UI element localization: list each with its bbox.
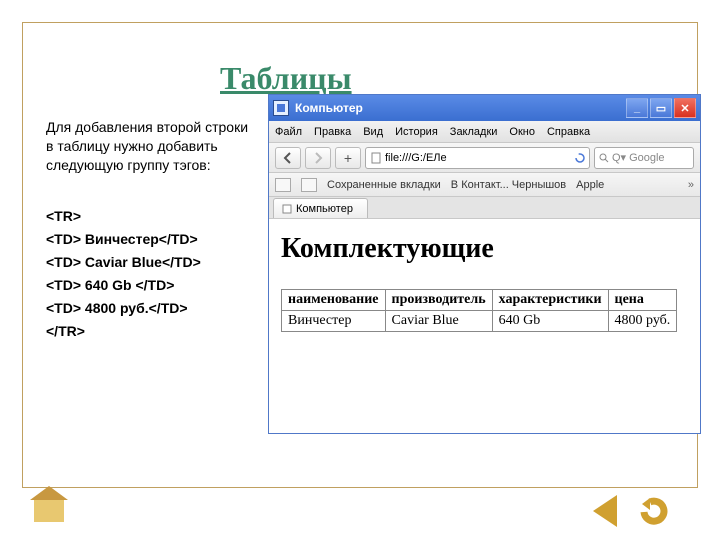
code-line: </TR> bbox=[46, 320, 266, 343]
reload-icon[interactable] bbox=[575, 153, 585, 163]
topsites-icon[interactable] bbox=[301, 178, 317, 192]
search-icon bbox=[599, 153, 609, 163]
url-field[interactable]: file:///G:/ЕЛе bbox=[365, 147, 590, 169]
menu-help[interactable]: Справка bbox=[547, 126, 590, 138]
toolbar: + file:///G:/ЕЛе Q▾ Google bbox=[269, 143, 700, 173]
bookmark-link[interactable]: В Контакт... Чернышов bbox=[451, 179, 566, 191]
menu-edit[interactable]: Правка bbox=[314, 126, 351, 138]
bookmarks-label: Сохраненные вкладки bbox=[327, 179, 441, 191]
code-line: <TD> Винчестер</TD> bbox=[46, 228, 266, 251]
menubar: Файл Правка Вид История Закладки Окно Сп… bbox=[269, 121, 700, 143]
col-price: цена bbox=[608, 290, 677, 311]
minimize-button[interactable]: _ bbox=[626, 98, 648, 118]
sidebar-toggle-icon[interactable] bbox=[275, 178, 291, 192]
table-header-row: наименование производитель характеристик… bbox=[282, 290, 677, 311]
code-block: <TR> <TD> Винчестер</TD> <TD> Caviar Blu… bbox=[46, 205, 266, 344]
return-icon bbox=[638, 494, 672, 528]
add-button[interactable]: + bbox=[335, 147, 361, 169]
menu-bookmarks[interactable]: Закладки bbox=[450, 126, 498, 138]
nav-return-button[interactable] bbox=[636, 492, 674, 530]
tab-page-icon bbox=[282, 204, 292, 214]
maximize-button[interactable]: ▭ bbox=[650, 98, 672, 118]
prev-icon bbox=[593, 495, 617, 527]
bookmarks-bar: Сохраненные вкладки В Контакт... Чернышо… bbox=[269, 173, 700, 197]
menu-window[interactable]: Окно bbox=[509, 126, 535, 138]
col-vendor: производитель bbox=[385, 290, 492, 311]
window-title: Компьютер bbox=[295, 101, 363, 115]
page-heading: Комплектующие bbox=[281, 233, 688, 265]
code-line: <TR> bbox=[46, 205, 266, 228]
titlebar: Компьютер _ ▭ ✕ bbox=[269, 95, 700, 121]
app-icon bbox=[273, 100, 289, 116]
menu-history[interactable]: История bbox=[395, 126, 438, 138]
cell: Caviar Blue bbox=[385, 311, 492, 332]
nav-prev-button[interactable] bbox=[586, 492, 624, 530]
tab[interactable]: Компьютер bbox=[273, 198, 368, 218]
url-text: file:///G:/ЕЛе bbox=[385, 152, 447, 164]
menu-view[interactable]: Вид bbox=[363, 126, 383, 138]
code-line: <TD> 640 Gb </TD> bbox=[46, 274, 266, 297]
tabbar: Компьютер bbox=[269, 197, 700, 219]
tab-label: Компьютер bbox=[296, 203, 353, 215]
code-line: <TD> 4800 руб.</TD> bbox=[46, 297, 266, 320]
page-content: Комплектующие наименование производитель… bbox=[269, 219, 700, 433]
search-field[interactable]: Q▾ Google bbox=[594, 147, 694, 169]
cell: Винчестер bbox=[282, 311, 386, 332]
back-button[interactable] bbox=[275, 147, 301, 169]
home-icon bbox=[34, 500, 64, 522]
browser-window: Компьютер _ ▭ ✕ Файл Правка Вид История … bbox=[268, 94, 701, 434]
data-table: наименование производитель характеристик… bbox=[281, 289, 677, 332]
table-row: Винчестер Caviar Blue 640 Gb 4800 руб. bbox=[282, 311, 677, 332]
slide-title: Таблицы bbox=[220, 60, 352, 97]
bookmark-link[interactable]: Apple bbox=[576, 179, 604, 191]
close-button[interactable]: ✕ bbox=[674, 98, 696, 118]
code-line: <TD> Caviar Blue</TD> bbox=[46, 251, 266, 274]
cell: 640 Gb bbox=[492, 311, 608, 332]
cell: 4800 руб. bbox=[608, 311, 677, 332]
page-icon bbox=[370, 152, 382, 164]
forward-button[interactable] bbox=[305, 147, 331, 169]
search-placeholder: Google bbox=[629, 152, 664, 164]
col-name: наименование bbox=[282, 290, 386, 311]
bookmarks-overflow-icon[interactable]: » bbox=[688, 179, 694, 191]
col-spec: характеристики bbox=[492, 290, 608, 311]
nav-home-button[interactable] bbox=[30, 492, 68, 530]
menu-file[interactable]: Файл bbox=[275, 126, 302, 138]
intro-text: Для добавления второй строки в таблицу н… bbox=[46, 118, 256, 175]
